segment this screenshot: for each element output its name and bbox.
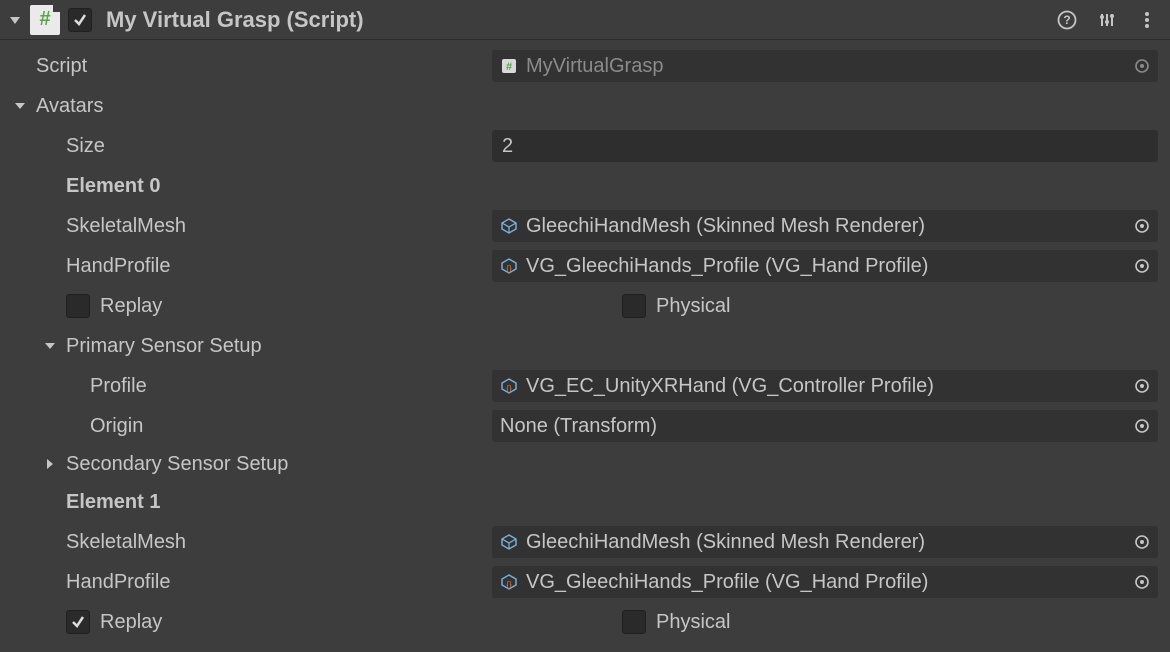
presets-icon[interactable] — [1096, 9, 1118, 31]
secondary-sensor-label: Secondary Sensor Setup — [66, 453, 288, 476]
element1-replay-checkbox[interactable] — [66, 610, 90, 634]
scriptable-object-icon: {} — [500, 377, 518, 395]
script-type-icon: # — [30, 5, 60, 35]
scriptable-object-icon: {} — [500, 257, 518, 275]
secondary-sensor-foldout[interactable]: Secondary Sensor Setup — [0, 446, 1170, 482]
primary-profile-row: Profile {} VG_EC_UnityXRHand (VG_Control… — [0, 366, 1170, 406]
element0-replay-checkbox[interactable] — [66, 294, 90, 318]
script-value: MyVirtualGrasp — [526, 55, 1124, 78]
chevron-down-icon — [42, 338, 58, 354]
svg-text:{}: {} — [506, 264, 512, 273]
element1-handprofile-value: VG_GleechiHands_Profile (VG_Hand Profile… — [526, 571, 1124, 594]
script-row: Script # MyVirtualGrasp — [0, 46, 1170, 86]
primary-sensor-label: Primary Sensor Setup — [66, 335, 262, 358]
size-label: Size — [66, 135, 105, 158]
element0-header: Element 0 — [0, 166, 1170, 206]
object-picker-icon[interactable] — [1132, 572, 1152, 592]
handprofile-label: HandProfile — [66, 571, 171, 594]
avatars-foldout[interactable]: Avatars — [0, 86, 1170, 126]
element1-header: Element 1 — [0, 482, 1170, 522]
element1-handprofile-field[interactable]: {} VG_GleechiHands_Profile (VG_Hand Prof… — [492, 566, 1158, 598]
element1-handprofile-row: HandProfile {} VG_GleechiHands_Profile (… — [0, 562, 1170, 602]
physical-label: Physical — [656, 295, 730, 318]
avatars-size-row: Size — [0, 126, 1170, 166]
skeletalmesh-label: SkeletalMesh — [66, 531, 186, 554]
element0-flags-row: Replay Physical — [0, 286, 1170, 326]
csharp-icon: # — [500, 57, 518, 75]
help-icon[interactable]: ? — [1056, 9, 1078, 31]
object-picker-icon[interactable] — [1132, 416, 1152, 436]
primary-origin-row: Origin None (Transform) — [0, 406, 1170, 446]
script-object-field: # MyVirtualGrasp — [492, 50, 1158, 82]
element0-skeletalmesh-row: SkeletalMesh GleechiHandMesh (Skinned Me… — [0, 206, 1170, 246]
element0-skeletalmesh-field[interactable]: GleechiHandMesh (Skinned Mesh Renderer) — [492, 210, 1158, 242]
svg-text:{}: {} — [506, 384, 512, 393]
object-picker-icon[interactable] — [1132, 256, 1152, 276]
primary-origin-field[interactable]: None (Transform) — [492, 410, 1158, 442]
primary-origin-value: None (Transform) — [500, 415, 1124, 438]
component-foldout-caret[interactable] — [8, 13, 22, 27]
avatars-size-input[interactable] — [492, 130, 1158, 162]
scriptable-object-icon: {} — [500, 573, 518, 591]
element1-flags-row: Replay Physical — [0, 602, 1170, 642]
element0-physical-checkbox[interactable] — [622, 294, 646, 318]
primary-profile-field[interactable]: {} VG_EC_UnityXRHand (VG_Controller Prof… — [492, 370, 1158, 402]
replay-label: Replay — [100, 295, 162, 318]
profile-label: Profile — [90, 375, 147, 398]
element0-skeletalmesh-value: GleechiHandMesh (Skinned Mesh Renderer) — [526, 215, 1124, 238]
primary-profile-value: VG_EC_UnityXRHand (VG_Controller Profile… — [526, 375, 1124, 398]
chevron-right-icon — [42, 456, 58, 472]
skeletalmesh-label: SkeletalMesh — [66, 215, 186, 238]
object-picker-icon[interactable] — [1132, 56, 1152, 76]
element1-skeletalmesh-field[interactable]: GleechiHandMesh (Skinned Mesh Renderer) — [492, 526, 1158, 558]
mesh-icon — [500, 217, 518, 235]
physical-label: Physical — [656, 611, 730, 634]
object-picker-icon[interactable] — [1132, 532, 1152, 552]
avatars-label: Avatars — [36, 95, 103, 118]
object-picker-icon[interactable] — [1132, 376, 1152, 396]
origin-label: Origin — [90, 415, 143, 438]
component-header: # My Virtual Grasp (Script) ? — [0, 0, 1170, 40]
component-title: My Virtual Grasp (Script) — [106, 7, 364, 33]
element0-handprofile-row: HandProfile {} VG_GleechiHands_Profile (… — [0, 246, 1170, 286]
svg-text:{}: {} — [506, 580, 512, 589]
component-enabled-checkbox[interactable] — [68, 8, 92, 32]
script-label: Script — [36, 55, 87, 78]
handprofile-label: HandProfile — [66, 255, 171, 278]
element1-skeletalmesh-value: GleechiHandMesh (Skinned Mesh Renderer) — [526, 531, 1124, 554]
mesh-icon — [500, 533, 518, 551]
element0-title: Element 0 — [66, 175, 160, 198]
element1-title: Element 1 — [66, 491, 160, 514]
object-picker-icon[interactable] — [1132, 216, 1152, 236]
replay-label: Replay — [100, 611, 162, 634]
element0-handprofile-field[interactable]: {} VG_GleechiHands_Profile (VG_Hand Prof… — [492, 250, 1158, 282]
svg-text:?: ? — [1063, 13, 1070, 27]
context-menu-icon[interactable] — [1136, 9, 1158, 31]
svg-text:#: # — [506, 61, 512, 73]
element1-skeletalmesh-row: SkeletalMesh GleechiHandMesh (Skinned Me… — [0, 522, 1170, 562]
chevron-down-icon — [12, 98, 28, 114]
element1-physical-checkbox[interactable] — [622, 610, 646, 634]
element0-handprofile-value: VG_GleechiHands_Profile (VG_Hand Profile… — [526, 255, 1124, 278]
primary-sensor-foldout[interactable]: Primary Sensor Setup — [0, 326, 1170, 366]
